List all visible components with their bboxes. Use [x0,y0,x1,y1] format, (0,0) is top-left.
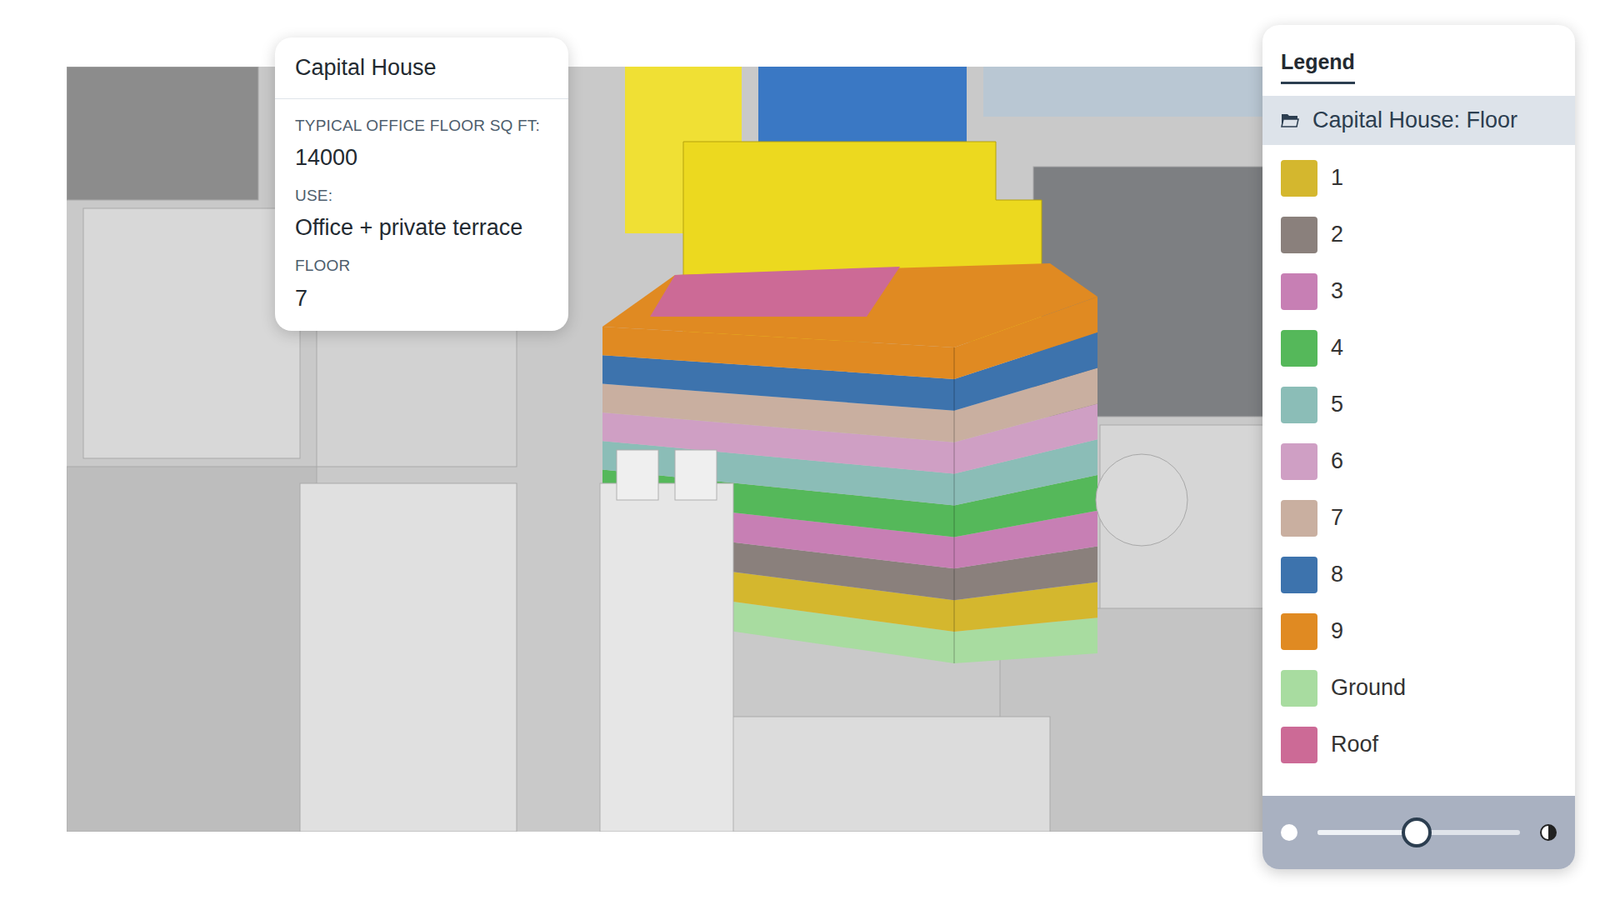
building-corner [953,347,955,664]
legend-label: 6 [1330,444,1344,479]
dome [1095,454,1188,546]
opacity-slider [1262,795,1575,870]
roof-area [650,266,900,317]
legend-item: Roof [1262,716,1575,774]
legend-title: Legend [1280,46,1355,85]
slider-track[interactable] [1317,830,1520,835]
front-tower [600,483,734,832]
layer-row[interactable]: Capital House: Floor [1262,95,1575,145]
field-label: FLOOR [295,254,549,279]
legend-item: 7 [1262,490,1575,547]
layer-label: Capital House: Floor [1312,103,1518,138]
legend-label: 4 [1330,330,1344,365]
legend-panel: Legend Capital House: Floor 1 2 3 4 5 6 7 8 9 Groun… [1262,25,1575,870]
field-label: USE: [295,184,549,209]
info-popup: Capital HouseTYPICAL OFFICE FLOOR SQ FT:… [275,37,569,331]
contrast-icon [1540,824,1557,841]
field-value: 14000 [295,144,549,173]
folder-shape [1281,114,1298,127]
legend-label: 1 [1330,160,1344,195]
color-swatch [1280,273,1318,310]
ground-plane [66,66,1271,832]
folder-shape [1281,119,1299,127]
legend-label: 5 [1330,387,1344,422]
legend-item: Ground [1262,660,1575,717]
legend-label: Ground [1330,670,1406,705]
color-swatch [1280,160,1318,197]
legend-label: 3 [1330,274,1344,309]
color-swatch [1280,216,1318,254]
field-value: Office + private terrace [295,214,549,243]
color-swatch [1280,330,1318,367]
transparent-icon [1280,824,1298,841]
legend-item: 8 [1262,546,1575,604]
legend-item: 4 [1262,320,1575,377]
legend-item: 5 [1262,376,1575,434]
city-building [300,483,517,832]
slider-knob[interactable] [1401,817,1432,848]
color-swatch [1280,386,1318,424]
color-swatch [1280,556,1318,594]
legend-label: 9 [1330,614,1344,649]
color-swatch [1280,670,1318,707]
chimney [675,450,717,500]
city-building [66,66,259,200]
roof-terrace [602,263,1098,348]
city-building [83,208,300,459]
map-view[interactable] [66,66,1271,832]
color-swatch [1280,726,1318,764]
legend-label: 7 [1330,500,1344,535]
city-scene [66,66,1271,832]
chimney [616,450,659,500]
legend-label: 8 [1330,557,1344,592]
legend-item: 3 [1262,263,1575,320]
legend-list: 1 2 3 4 5 6 7 8 9 Ground Roof [1262,145,1575,797]
map-app: Capital HouseTYPICAL OFFICE FLOOR SQ FT:… [0,0,1600,900]
skyline-area [983,66,1271,117]
city-building [66,466,317,832]
color-swatch [1280,613,1318,650]
legend-item: 1 [1262,150,1575,207]
color-swatch [1280,443,1318,480]
legend-header: Legend [1262,25,1575,96]
popup-title: Capital House [275,37,569,100]
legend-label: Roof [1330,727,1379,762]
field-label: TYPICAL OFFICE FLOOR SQ FT: [295,114,549,139]
legend-item: 6 [1262,433,1575,490]
legend-label: 2 [1330,217,1344,252]
field-value: 7 [295,285,549,314]
legend-item: 9 [1262,603,1575,660]
popup-body: TYPICAL OFFICE FLOOR SQ FT: 14000 USE: Offi… [275,99,569,332]
color-swatch [1280,500,1318,537]
folder-icon [1280,112,1300,128]
city-building [700,716,1050,832]
legend-item: 2 [1262,206,1575,264]
